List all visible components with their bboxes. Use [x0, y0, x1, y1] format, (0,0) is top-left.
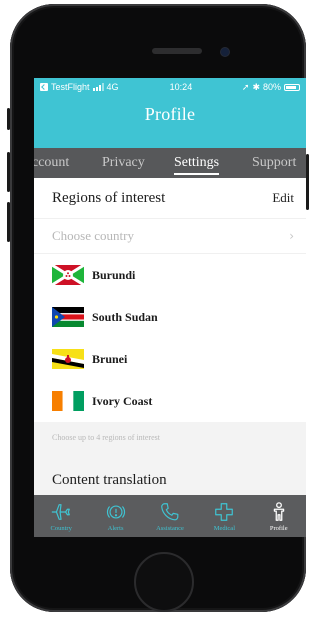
list-item[interactable]: Ivory Coast — [34, 380, 306, 422]
regions-section-header: Regions of interest Edit — [34, 178, 306, 218]
phone-icon — [161, 502, 179, 520]
power-button — [306, 154, 309, 210]
page-title: Profile — [144, 104, 196, 124]
country-name: Brunei — [92, 351, 128, 366]
tab-country[interactable]: Country — [34, 501, 88, 532]
list-item[interactable]: Burundi — [34, 254, 306, 296]
volume-down-button — [7, 202, 10, 242]
tab-account[interactable]: ccount — [34, 155, 69, 171]
tab-label: Country — [50, 524, 72, 532]
brunei-flag — [52, 349, 84, 369]
tab-label: Assistance — [156, 524, 184, 532]
profile-tabs: ccount Privacy Settings Support — [34, 148, 306, 178]
plane-icon — [52, 503, 71, 520]
tab-privacy[interactable]: Privacy — [102, 155, 145, 171]
battery-percent: 80% — [262, 82, 281, 92]
earpiece-speaker — [152, 48, 202, 54]
battery-icon — [284, 83, 300, 91]
clock: 10:24 — [169, 82, 193, 92]
tab-alerts[interactable]: Alerts — [89, 501, 143, 532]
list-item[interactable]: South Sudan — [34, 296, 306, 338]
country-name: Burundi — [92, 267, 136, 282]
burundi-flag — [52, 265, 84, 285]
bottom-tab-bar: Country Alerts Assistance Medical Profil… — [34, 495, 306, 537]
app-header: TestFlight 4G 10:24 ➚ ✱ 80% Profile — [34, 78, 306, 148]
tab-profile[interactable]: Profile — [252, 501, 306, 532]
person-icon — [273, 501, 284, 521]
alert-icon — [106, 504, 125, 519]
choose-country-row[interactable]: Choose country › — [34, 218, 306, 254]
ivory-coast-flag — [52, 391, 84, 411]
location-icon: ➚ — [241, 81, 250, 92]
choose-country-placeholder: Choose country — [52, 228, 134, 243]
translation-heading: Content translation — [34, 460, 306, 500]
country-name: South Sudan — [92, 309, 158, 324]
medical-cross-icon — [215, 502, 234, 521]
status-bar: TestFlight 4G 10:24 ➚ ✱ 80% — [34, 78, 306, 96]
tab-settings[interactable]: Settings — [174, 155, 220, 175]
mute-switch — [7, 108, 10, 130]
regions-heading: Regions of interest — [52, 189, 166, 206]
south-sudan-flag — [52, 307, 84, 327]
settings-content: Regions of interest Edit Choose country … — [34, 178, 306, 526]
front-camera — [221, 48, 229, 56]
edit-button[interactable]: Edit — [272, 190, 294, 206]
country-name: Ivory Coast — [92, 393, 153, 408]
bluetooth-icon: ✱ — [252, 81, 260, 92]
app-screen: TestFlight 4G 10:24 ➚ ✱ 80% Profile ccou… — [34, 78, 306, 537]
tab-label: Medical — [213, 524, 235, 532]
chevron-right-icon: › — [289, 229, 294, 243]
home-button[interactable] — [134, 552, 194, 612]
section-spacer — [34, 452, 306, 460]
network-type: 4G — [106, 82, 119, 92]
volume-up-button — [7, 152, 10, 192]
tab-label: Profile — [269, 524, 288, 532]
signal-icon — [92, 83, 104, 91]
regions-hint: Choose up to 4 regions of interest — [34, 422, 306, 452]
tab-medical[interactable]: Medical — [197, 501, 251, 532]
back-to-app-icon[interactable] — [40, 83, 48, 91]
tab-assistance[interactable]: Assistance — [143, 501, 197, 532]
back-app-label[interactable]: TestFlight — [51, 82, 90, 92]
list-item[interactable]: Brunei — [34, 338, 306, 380]
tab-label: Alerts — [107, 524, 124, 532]
tab-support[interactable]: Support — [252, 155, 296, 171]
